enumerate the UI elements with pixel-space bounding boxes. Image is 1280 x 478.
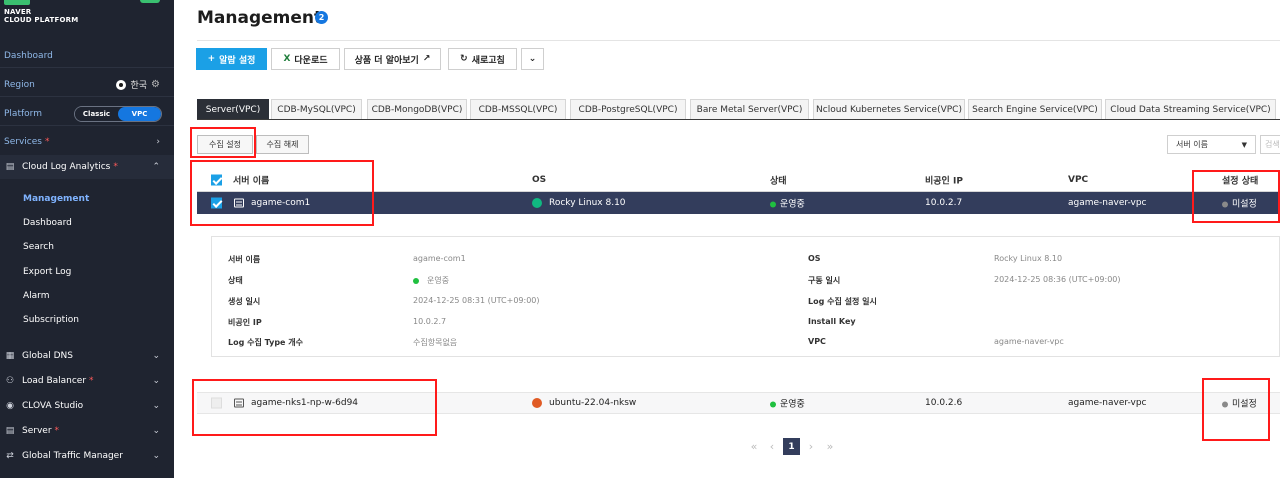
- setting-dot-icon: [1222, 401, 1228, 407]
- sidebar-sub-search[interactable]: Search: [23, 242, 54, 252]
- rocky-linux-icon: [532, 198, 542, 208]
- chevron-down-icon: ⌄: [152, 351, 160, 361]
- tab-bare-metal[interactable]: Bare Metal Server(VPC): [690, 99, 809, 119]
- services-menu[interactable]: Services * ›: [0, 130, 174, 154]
- status-dot-icon: [413, 277, 419, 284]
- refresh-icon: ↻: [460, 54, 468, 64]
- row-checkbox[interactable]: [211, 197, 222, 209]
- sidebar-sub-export-log[interactable]: Export Log: [23, 267, 71, 277]
- last-page-icon[interactable]: »: [823, 437, 837, 455]
- tab-search-engine[interactable]: Search Engine Service(VPC): [968, 99, 1102, 119]
- chevron-down-icon: ⌄: [152, 401, 160, 411]
- first-page-icon[interactable]: «: [747, 437, 761, 455]
- page-number-current[interactable]: 1: [783, 438, 800, 455]
- sidebar-dashboard[interactable]: Dashboard: [0, 44, 174, 68]
- chevron-down-icon: ⌄: [528, 54, 537, 64]
- status-dot-icon: [770, 201, 776, 207]
- prev-page-icon[interactable]: ‹: [766, 437, 778, 455]
- filter-select[interactable]: 서버 이름 ▼: [1167, 135, 1256, 154]
- tab-cdb-mysql[interactable]: CDB-MySQL(VPC): [271, 99, 362, 119]
- tab-cdb-mongodb[interactable]: CDB-MongoDB(VPC): [367, 99, 467, 119]
- sidebar-sub-management[interactable]: Management: [23, 194, 89, 204]
- sidebar-item-global-traffic-manager[interactable]: ⇄ Global Traffic Manager ⌄: [0, 444, 174, 468]
- learn-more-button[interactable]: 상품 더 알아보기 ↗: [344, 48, 441, 70]
- sidebar-item-cloud-log-analytics[interactable]: ▤ Cloud Log Analytics * ⌃: [0, 155, 174, 179]
- setting-dot-icon: [1222, 201, 1228, 207]
- server-icon: [234, 398, 244, 408]
- platform-vpc[interactable]: VPC: [118, 107, 161, 121]
- sidebar-item-server[interactable]: ▤ Server * ⌄: [0, 419, 174, 443]
- ubuntu-icon: [532, 398, 542, 408]
- sidebar-item-load-balancer[interactable]: ⚇ Load Balancer * ⌄: [0, 369, 174, 393]
- platform-toggle[interactable]: Classic VPC: [74, 106, 162, 122]
- table-row[interactable]: agame-nks1-np-w-6d94 ubuntu-22.04-nksw 운…: [197, 392, 1280, 414]
- cloud-log-icon: ▤: [5, 162, 15, 172]
- tab-cloud-data-streaming[interactable]: Cloud Data Streaming Service(VPC): [1105, 99, 1276, 119]
- sidebar-sub-alarm[interactable]: Alarm: [23, 291, 49, 301]
- naver-cloud-logo[interactable]: NAVER CLOUD PLATFORM: [4, 0, 160, 28]
- sidebar-item-global-dns[interactable]: ▦ Global DNS ⌄: [0, 344, 174, 368]
- dns-icon: ▦: [5, 351, 15, 361]
- title-divider: [197, 40, 1280, 41]
- status-dot-icon: [770, 401, 776, 407]
- chevron-down-icon: ⌄: [152, 426, 160, 436]
- tab-cdb-postgresql[interactable]: CDB-PostgreSQL(VPC): [570, 99, 686, 119]
- tab-server-vpc[interactable]: Server(VPC): [197, 99, 269, 119]
- platform-selector: Platform Classic VPC: [0, 102, 174, 126]
- server-icon: [234, 198, 244, 208]
- external-link-icon: ↗: [422, 54, 431, 64]
- region-selector[interactable]: Region 한국 ⚙: [0, 73, 174, 97]
- collect-set-button[interactable]: 수집 설정: [197, 135, 253, 154]
- select-all-checkbox[interactable]: [211, 174, 222, 185]
- clova-icon: ◉: [6, 401, 14, 411]
- server-detail-panel: 서버 이름 agame-com1 상태 운영중 생성 일시 2024-12-25…: [211, 236, 1280, 357]
- sidebar: NAVER CLOUD PLATFORM Dashboard Region 한국…: [0, 0, 174, 478]
- sidebar-item-clova-studio[interactable]: ◉ CLOVA Studio ⌄: [0, 394, 174, 418]
- gear-icon[interactable]: ⚙: [151, 79, 160, 90]
- load-balancer-icon: ⚇: [5, 376, 15, 386]
- service-tabs: Server(VPC) CDB-MySQL(VPC) CDB-MongoDB(V…: [197, 99, 1280, 120]
- more-dropdown-button[interactable]: ⌄: [521, 48, 544, 70]
- server-icon: ▤: [5, 426, 15, 436]
- collect-unset-button[interactable]: 수집 해제: [256, 135, 309, 154]
- tab-cdb-mssql[interactable]: CDB-MSSQL(VPC): [470, 99, 566, 119]
- sidebar-sub-subscription[interactable]: Subscription: [23, 315, 79, 325]
- sidebar-sub-dashboard[interactable]: Dashboard: [23, 218, 72, 228]
- chevron-down-icon: ⌄: [152, 451, 160, 461]
- next-page-icon[interactable]: ›: [805, 437, 817, 455]
- table-row[interactable]: agame-com1 Rocky Linux 8.10 운영중 10.0.2.7…: [197, 192, 1280, 214]
- table-header: 서버 이름 OS 상태 비공인 IP VPC 설정 상태: [197, 168, 1280, 192]
- korea-flag-icon: [116, 79, 127, 90]
- download-button[interactable]: X 다운로드: [271, 48, 340, 70]
- chevron-up-icon: ⌃: [152, 162, 160, 172]
- chevron-right-icon: ›: [156, 137, 160, 147]
- tab-ncloud-kubernetes[interactable]: Ncloud Kubernetes Service(VPC): [813, 99, 965, 119]
- traffic-icon: ⇄: [6, 451, 14, 461]
- caret-down-icon: ▼: [1241, 140, 1247, 149]
- row-checkbox[interactable]: [211, 397, 222, 409]
- alarm-settings-button[interactable]: + 알람 설정: [196, 48, 267, 70]
- page-title: Management: [197, 8, 323, 28]
- main-content: Management 2 + 알람 설정 X 다운로드 상품 더 알아보기 ↗ ↻ 새로…: [174, 0, 1280, 478]
- chevron-down-icon: ⌄: [152, 376, 160, 386]
- page-title-badge: 2: [315, 11, 328, 24]
- excel-icon: X: [283, 54, 291, 64]
- refresh-button[interactable]: ↻ 새로고침: [448, 48, 517, 70]
- platform-classic[interactable]: Classic: [75, 107, 118, 121]
- search-input[interactable]: 검색: [1260, 135, 1280, 154]
- plus-icon: +: [207, 54, 216, 64]
